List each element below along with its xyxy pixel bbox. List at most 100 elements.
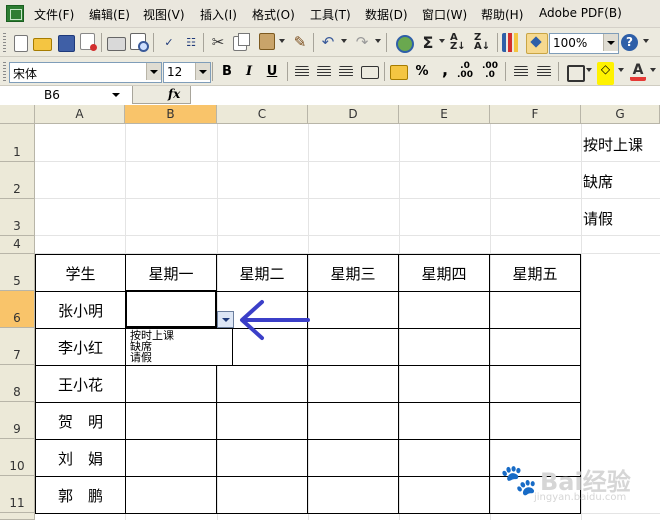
attendance-cell[interactable] (307, 328, 399, 366)
attendance-cell[interactable] (307, 291, 399, 329)
row-header-1[interactable]: 1 (0, 124, 35, 162)
cell-g2-option[interactable]: 缺席 (583, 171, 613, 192)
menu-view[interactable]: 视图(V) (143, 6, 185, 23)
attendance-cell[interactable] (307, 476, 399, 514)
print-icon[interactable] (107, 37, 126, 51)
student-name-cell[interactable]: 刘 娟 (35, 439, 126, 477)
paste-icon[interactable] (259, 33, 275, 50)
name-box[interactable]: B6 (0, 86, 133, 104)
font-color-icon[interactable]: A (630, 62, 646, 81)
dropdown-option[interactable]: 请假 (130, 352, 152, 364)
toolbar-grip[interactable] (3, 33, 6, 52)
formula-input[interactable] (190, 86, 660, 104)
autosum-dropdown-icon[interactable] (439, 39, 445, 43)
align-right-icon[interactable] (339, 66, 353, 77)
student-name-cell[interactable]: 贺 明 (35, 402, 126, 440)
column-header-b[interactable]: B (125, 105, 217, 124)
format-painter-icon[interactable]: ✎ (290, 33, 310, 52)
attendance-cell[interactable] (216, 365, 308, 403)
hyperlink-icon[interactable] (396, 35, 414, 53)
attendance-cell[interactable] (398, 439, 490, 477)
currency-icon[interactable] (390, 65, 408, 80)
undo-icon[interactable]: ↶ (318, 33, 338, 52)
attendance-cell[interactable] (307, 402, 399, 440)
cut-icon[interactable]: ✂ (208, 33, 228, 52)
copy-icon[interactable] (233, 33, 250, 51)
attendance-cell[interactable] (125, 365, 217, 403)
permission-icon[interactable] (80, 33, 97, 51)
row-header-3[interactable]: 3 (0, 199, 35, 236)
cell-g3-option[interactable]: 请假 (583, 208, 613, 229)
menu-data[interactable]: 数据(D) (365, 6, 408, 23)
zoom-dropdown-icon[interactable] (603, 34, 618, 51)
underline-button[interactable]: U (262, 62, 282, 81)
attendance-cell[interactable] (489, 402, 581, 440)
attendance-cell[interactable] (125, 402, 217, 440)
undo-dropdown-icon[interactable] (341, 39, 347, 43)
chart-wizard-icon[interactable] (502, 33, 522, 52)
excel-app-icon[interactable] (6, 5, 24, 22)
validation-dropdown-button[interactable] (217, 311, 234, 328)
redo-dropdown-icon[interactable] (375, 39, 381, 43)
attendance-cell[interactable] (398, 402, 490, 440)
menu-edit[interactable]: 编辑(E) (89, 6, 130, 23)
active-cell-b6[interactable] (125, 290, 217, 328)
menu-help[interactable]: 帮助(H) (481, 6, 523, 23)
zoom-combo[interactable]: 100% (549, 33, 619, 54)
decrease-indent-icon[interactable] (514, 66, 528, 77)
row-header-11[interactable]: 11 (0, 476, 35, 513)
font-name-combo[interactable]: 宋体 (9, 62, 162, 83)
menu-window[interactable]: 窗口(W) (422, 6, 467, 23)
row-header-6[interactable]: 6 (0, 291, 35, 328)
attendance-cell[interactable] (489, 365, 581, 403)
insert-function-icon[interactable]: fx (168, 87, 180, 101)
font-color-dropdown-icon[interactable] (650, 68, 656, 72)
row-header-9[interactable]: 9 (0, 402, 35, 439)
bold-button[interactable]: B (217, 62, 237, 81)
menu-tools[interactable]: 工具(T) (310, 6, 351, 23)
percent-button[interactable]: % (412, 62, 432, 81)
attendance-cell[interactable] (307, 365, 399, 403)
redo-icon[interactable]: ↷ (352, 33, 372, 52)
research-icon[interactable]: ☷ (181, 33, 201, 52)
attendance-cell[interactable] (489, 328, 581, 366)
column-header-d[interactable]: D (308, 105, 399, 124)
autosum-icon[interactable]: Σ (418, 33, 438, 52)
student-name-cell[interactable]: 郭 鹏 (35, 476, 126, 514)
column-header-f[interactable]: F (490, 105, 581, 124)
attendance-cell[interactable] (216, 476, 308, 514)
menu-adobe-pdf[interactable]: Adobe PDF(B) (539, 6, 622, 20)
sort-descending-icon[interactable]: Z A↓ (474, 33, 494, 52)
open-folder-icon[interactable] (33, 38, 52, 51)
fill-color-dropdown-icon[interactable] (618, 68, 624, 72)
attendance-cell[interactable] (398, 291, 490, 329)
header-cell-student[interactable]: 学生 (35, 254, 126, 292)
row-header-12[interactable] (0, 513, 35, 520)
drawing-icon[interactable] (526, 33, 548, 54)
row-header-5[interactable]: 5 (0, 254, 35, 291)
menu-file[interactable]: 文件(F) (34, 6, 74, 23)
row-header-7[interactable]: 7 (0, 328, 35, 365)
column-header-e[interactable]: E (399, 105, 490, 124)
row-header-4[interactable]: 4 (0, 236, 35, 254)
attendance-cell[interactable] (398, 328, 490, 366)
column-header-a[interactable]: A (35, 105, 125, 124)
header-cell-monday[interactable]: 星期一 (125, 254, 217, 292)
align-center-icon[interactable] (317, 66, 331, 77)
paste-dropdown-icon[interactable] (279, 39, 285, 43)
attendance-cell[interactable] (216, 402, 308, 440)
comma-style-button[interactable]: , (435, 62, 455, 81)
header-cell-friday[interactable]: 星期五 (489, 254, 581, 292)
header-cell-tuesday[interactable]: 星期二 (216, 254, 308, 292)
name-box-dropdown-icon[interactable] (112, 93, 120, 97)
new-document-icon[interactable] (14, 35, 28, 52)
attendance-cell[interactable] (216, 439, 308, 477)
font-size-dropdown-icon[interactable] (195, 63, 210, 80)
student-name-cell[interactable]: 王小花 (35, 365, 126, 403)
print-preview-icon[interactable] (130, 33, 149, 52)
borders-icon[interactable] (567, 65, 585, 82)
font-name-dropdown-icon[interactable] (146, 63, 161, 80)
sort-ascending-icon[interactable]: A Z↓ (450, 33, 470, 52)
attendance-cell[interactable] (307, 439, 399, 477)
italic-button[interactable]: I (239, 62, 259, 81)
